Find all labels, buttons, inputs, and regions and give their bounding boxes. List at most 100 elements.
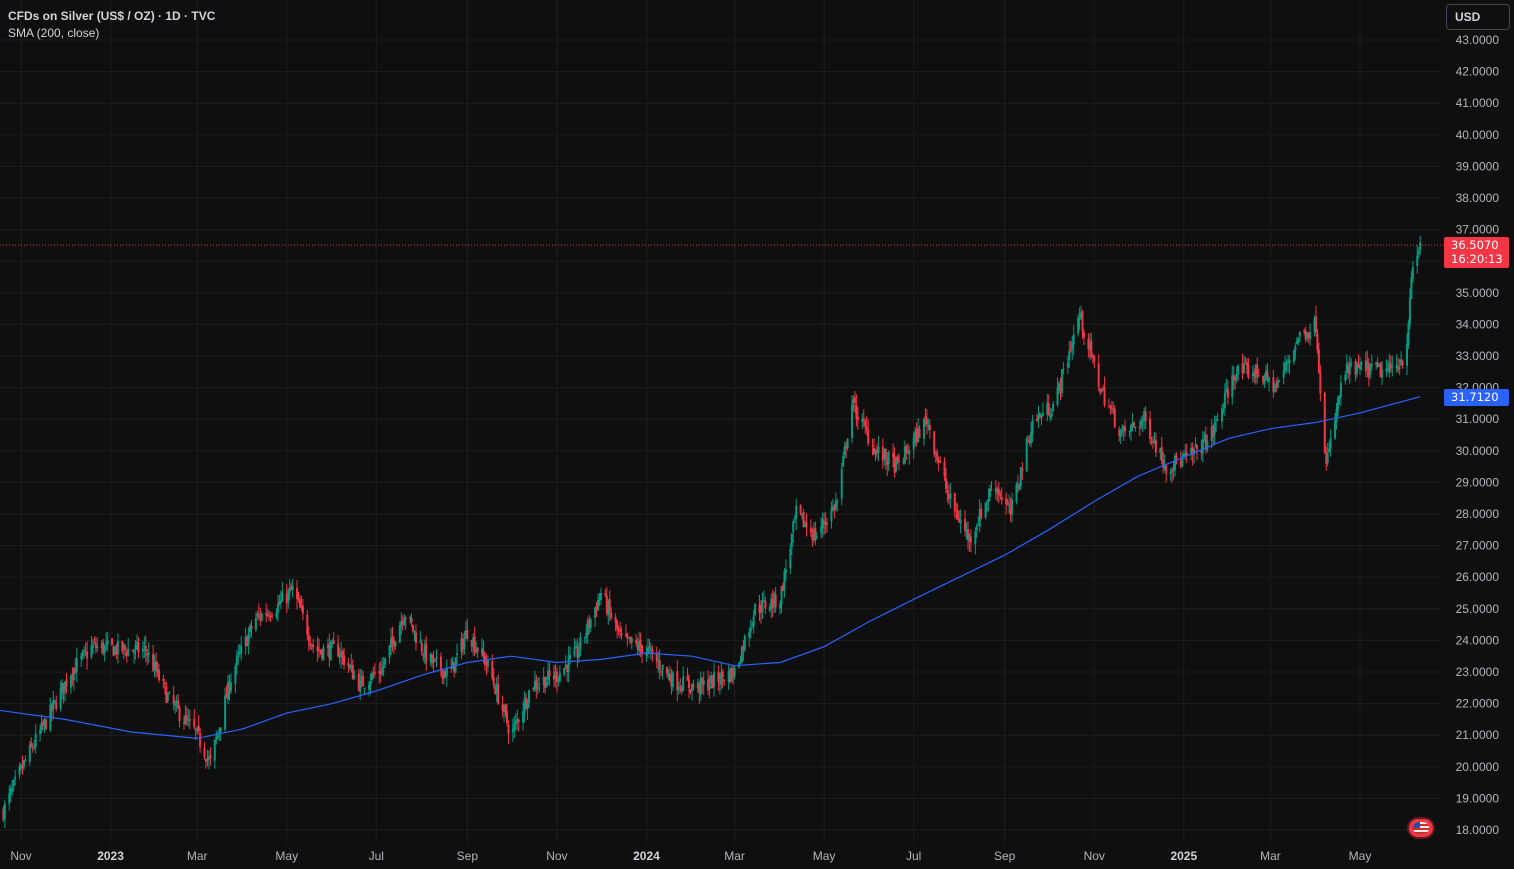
y-tick-label: 23.0000 <box>1456 665 1500 679</box>
time-axis[interactable]: Nov 2023 Mar May Jul Sep Nov 2024 Mar May Jul Sep No… <box>10 849 1371 863</box>
candle-body <box>842 456 845 467</box>
candle-body <box>476 647 479 652</box>
candle-body <box>435 657 438 659</box>
candle-body <box>486 659 489 667</box>
candle-body <box>784 569 787 573</box>
candle-body <box>1267 377 1270 382</box>
candle-body <box>748 632 751 638</box>
candle-body <box>840 468 843 499</box>
price-chart[interactable]: 18.0000 19.0000 20.0000 21.0000 22.0000 23.00… <box>0 0 1514 869</box>
candle-body <box>329 641 332 661</box>
candle-body <box>1056 386 1059 405</box>
candle-body <box>764 600 767 609</box>
candle-body <box>75 658 78 672</box>
candle-body <box>1206 440 1209 451</box>
candle-body <box>538 684 541 686</box>
currency-button[interactable]: USD <box>1446 4 1510 30</box>
candle-body <box>1284 362 1287 371</box>
candle-body <box>381 667 384 674</box>
candle-body <box>1008 504 1011 506</box>
y-tick-label: 37.0000 <box>1456 223 1500 237</box>
price-axis[interactable]: 18.0000 19.0000 20.0000 21.0000 22.0000 23.00… <box>1456 33 1500 837</box>
candle-body <box>254 617 257 630</box>
y-tick-label: 24.0000 <box>1456 633 1500 647</box>
candle-body <box>579 637 582 651</box>
candle-body <box>420 643 423 652</box>
candle-body <box>789 548 792 569</box>
candle-body <box>959 520 962 524</box>
candle-body <box>116 640 119 655</box>
chart-legend: CFDs on Silver (US$ / OZ) · 1D · TVC SMA… <box>8 8 215 42</box>
candle-body <box>517 719 520 723</box>
candle-body <box>867 429 870 444</box>
candle-body <box>1110 407 1113 409</box>
candle-body <box>103 645 106 654</box>
candle-body <box>1297 338 1300 343</box>
candle-body <box>871 445 874 447</box>
candle-body <box>229 682 232 691</box>
candle-body <box>1319 371 1322 394</box>
candle-body <box>658 660 661 670</box>
candle-body <box>692 684 695 688</box>
candle-body <box>723 679 726 682</box>
candle-body <box>761 600 764 612</box>
candle-body <box>1144 411 1147 422</box>
candle-body <box>944 477 947 489</box>
candle-body <box>492 677 495 685</box>
candle-body <box>106 640 109 645</box>
candle-body <box>425 643 428 663</box>
candle-body <box>1068 351 1071 361</box>
candle-body <box>830 508 833 522</box>
candle-body <box>394 641 397 647</box>
candle-body <box>11 787 14 791</box>
candle-body <box>1222 408 1225 410</box>
candle-body <box>799 505 802 514</box>
y-tick-label: 39.0000 <box>1456 159 1500 173</box>
y-tick-label: 34.0000 <box>1456 317 1500 331</box>
candle-body <box>1411 266 1414 280</box>
symbol-title[interactable]: CFDs on Silver (US$ / OZ) · 1D · TVC <box>8 8 215 25</box>
candle-body <box>635 640 638 644</box>
candle-body <box>814 527 817 541</box>
candle-body <box>193 718 196 728</box>
candle-body <box>18 766 21 775</box>
us-flag-icon[interactable] <box>1407 817 1435 839</box>
candle-body <box>65 679 68 687</box>
candle-body <box>332 640 335 645</box>
candle-body <box>250 625 253 630</box>
candle-body <box>309 642 312 646</box>
candle-body <box>52 700 55 710</box>
candle-body <box>864 420 867 427</box>
candle-body <box>1132 422 1135 426</box>
candle-body <box>721 671 724 678</box>
candle-body <box>1334 420 1337 439</box>
candle-body <box>1097 363 1100 387</box>
candle-body <box>8 793 11 804</box>
candle-body <box>162 678 165 681</box>
candle-body <box>708 685 711 689</box>
candle-body <box>276 603 279 613</box>
candle-body <box>1069 349 1072 352</box>
x-tick-label: Mar <box>187 849 208 863</box>
candle-body <box>733 668 736 677</box>
candle-body <box>456 653 459 656</box>
x-tick-label: May <box>1349 849 1372 863</box>
candle-body <box>648 646 651 649</box>
candle-body <box>188 719 191 721</box>
candle-body <box>630 637 633 643</box>
candle-body <box>712 672 715 687</box>
candle-body <box>608 599 611 612</box>
candle-body <box>127 648 130 656</box>
candle-body <box>1298 331 1301 337</box>
indicator-label[interactable]: SMA (200, close) <box>8 25 215 42</box>
candle-body <box>1138 426 1141 428</box>
candle-body <box>984 502 987 518</box>
candle-body <box>234 665 237 684</box>
candle-body <box>1154 440 1157 453</box>
candle-body <box>610 612 613 619</box>
candle-body <box>1278 380 1281 382</box>
flag-glyph <box>1413 822 1429 834</box>
candle-body <box>834 501 837 509</box>
candle-body <box>682 676 685 692</box>
candle-body <box>1149 418 1152 440</box>
